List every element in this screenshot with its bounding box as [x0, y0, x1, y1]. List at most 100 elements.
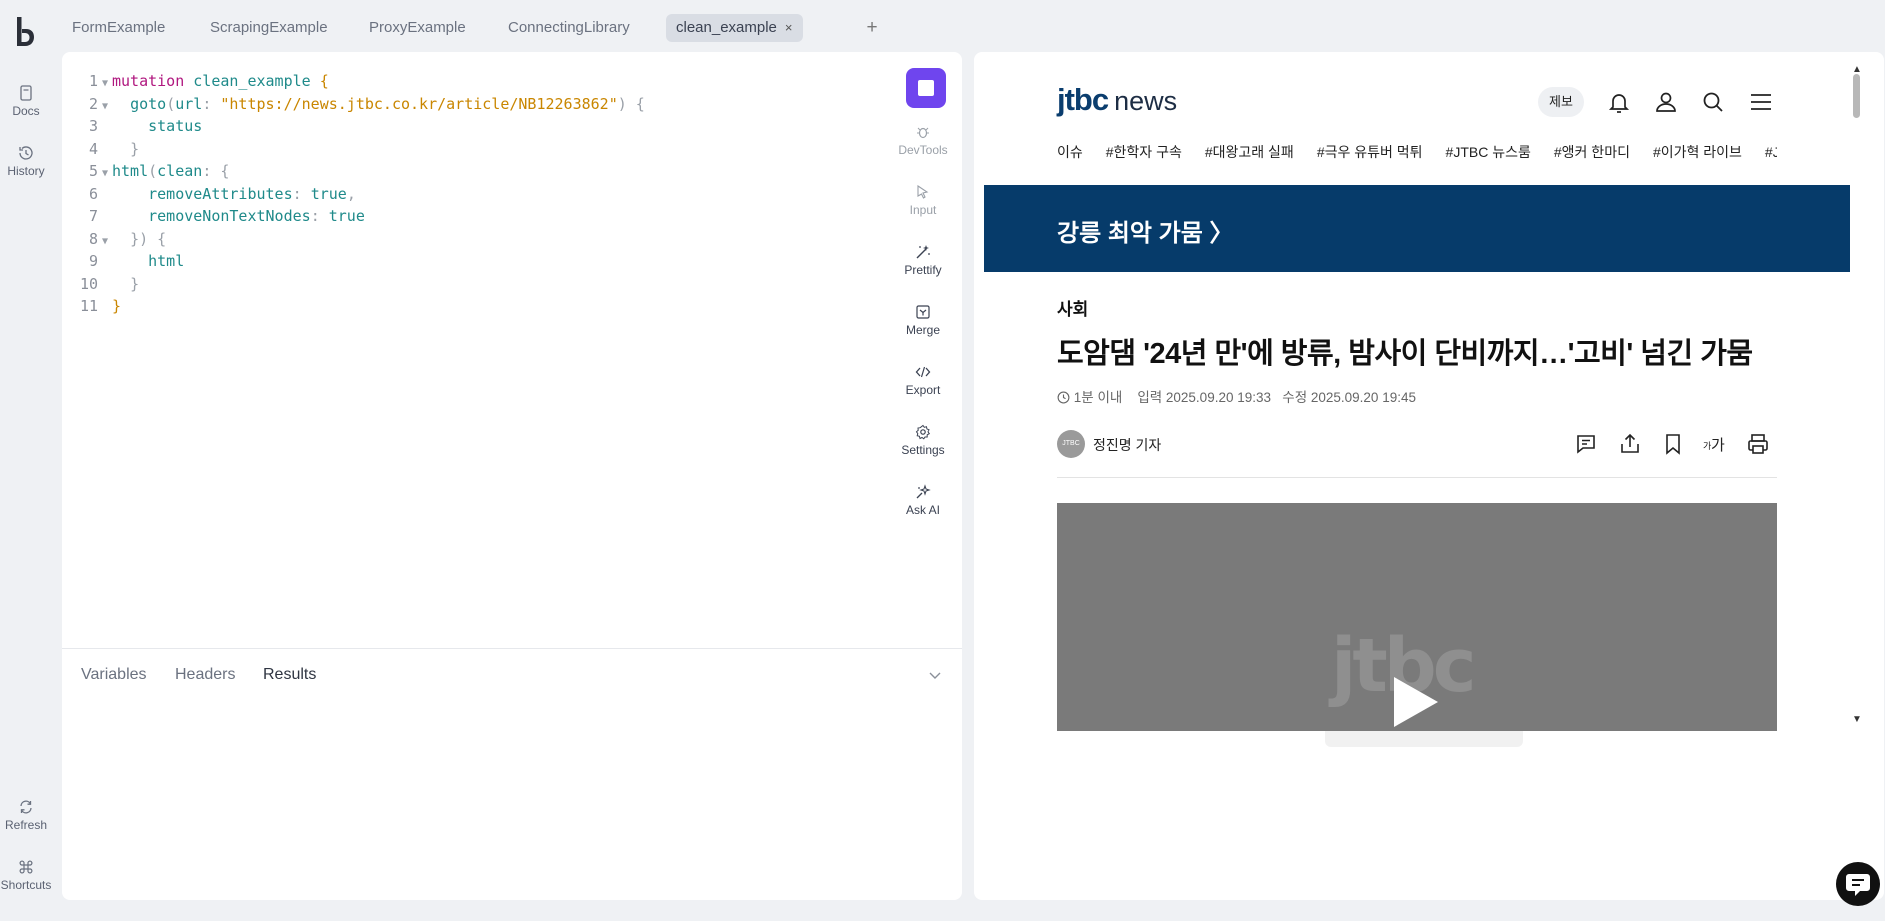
- tab-scraping-example[interactable]: ScrapingExample: [200, 14, 338, 42]
- tab-label: ProxyExample: [369, 19, 466, 36]
- scroll-down-icon[interactable]: ▼: [1852, 714, 1862, 725]
- read-time: 1분 이내: [1073, 390, 1123, 405]
- ask-ai-label: Ask AI: [905, 503, 940, 517]
- topic-link[interactable]: #대왕고래 실패: [1205, 142, 1294, 162]
- docs-label: Docs: [12, 104, 40, 118]
- code-line: 4 }: [88, 139, 140, 158]
- comment-icon[interactable]: [1574, 432, 1598, 456]
- topic-link[interactable]: #앵커 한마디: [1554, 142, 1630, 162]
- search-icon[interactable]: [1701, 90, 1725, 114]
- history-button[interactable]: History: [0, 144, 52, 178]
- code-line: 2 ▼ goto(url: "https://news.jtbc.co.kr/ar…: [88, 94, 645, 113]
- bell-icon[interactable]: [1607, 90, 1631, 114]
- gear-icon: [915, 424, 931, 440]
- export-label: Export: [905, 383, 941, 397]
- share-icon[interactable]: [1618, 432, 1642, 456]
- magic-wand-icon: [916, 245, 930, 259]
- ask-ai-button[interactable]: Ask AI: [892, 484, 954, 517]
- article-meta: 1분 이내 입력 2025.09.20 19:33 수정 2025.09.20 …: [1057, 386, 1416, 406]
- bookmark-icon[interactable]: [1661, 432, 1685, 456]
- bug-icon: [917, 127, 929, 139]
- avatar: JTBC: [1057, 430, 1085, 458]
- menu-icon[interactable]: [1749, 90, 1773, 114]
- command-key-icon: [19, 860, 33, 874]
- app-logo-icon[interactable]: [13, 14, 37, 50]
- tab-headers[interactable]: Headers: [175, 666, 235, 684]
- history-label: History: [7, 164, 45, 178]
- devtools-label: DevTools: [898, 143, 948, 157]
- left-rail: Docs History Refresh Shortcuts: [0, 0, 52, 921]
- jtbc-news-logo[interactable]: jtbc news: [1057, 82, 1177, 118]
- input-label: Input: [909, 203, 937, 217]
- news-tip-button[interactable]: 제보: [1538, 87, 1584, 117]
- input-button[interactable]: Input: [892, 184, 954, 217]
- stop-button[interactable]: [906, 68, 946, 108]
- topic-link[interactable]: #이가혁 라이브: [1653, 142, 1742, 162]
- code-line: 7 removeNonTextNodes: true: [88, 207, 365, 225]
- merge-button[interactable]: Merge: [892, 304, 954, 337]
- refresh-button[interactable]: Refresh: [0, 798, 52, 832]
- tab-proxy-example[interactable]: ProxyExample: [359, 14, 476, 42]
- banner-title[interactable]: 강릉 최악 가뭄 〉: [1057, 213, 1233, 248]
- print-icon[interactable]: [1746, 432, 1770, 456]
- code-editor[interactable]: 1 ▼ mutation clean_example { 2 ▼ goto(url: …: [76, 70, 645, 318]
- play-icon[interactable]: [1394, 677, 1438, 727]
- shortcuts-label: Shortcuts: [0, 878, 52, 892]
- reporter-name[interactable]: 정진명 기자: [1093, 435, 1161, 455]
- article-divider: [1057, 477, 1777, 478]
- shortcuts-button[interactable]: Shortcuts: [0, 858, 52, 892]
- refresh-label: Refresh: [4, 818, 48, 832]
- history-icon: [19, 146, 33, 160]
- tab-connecting-library[interactable]: ConnectingLibrary: [498, 14, 640, 42]
- prettify-button[interactable]: Prettify: [892, 244, 954, 277]
- query-editor-panel: 1 ▼ mutation clean_example { 2 ▼ goto(url: …: [62, 52, 962, 900]
- code-line: 8 ▼ }) {: [88, 229, 167, 248]
- clock-icon: [1057, 391, 1070, 404]
- video-player[interactable]: jtbc: [1057, 503, 1777, 731]
- stop-icon: [918, 80, 934, 96]
- chat-icon: [1846, 874, 1870, 896]
- posted-time: 입력 2025.09.20 19:33: [1137, 390, 1272, 405]
- topic-link[interactable]: #극우 유튜버 먹튀: [1317, 142, 1423, 162]
- tab-bar: FormExample ScrapingExample ProxyExample…: [52, 0, 1885, 52]
- font-size-icon[interactable]: 가가: [1703, 432, 1727, 456]
- video-progress-strip: [1325, 731, 1523, 747]
- merge-label: Merge: [905, 323, 940, 337]
- tab-label: clean_example: [676, 19, 777, 36]
- tab-form-example[interactable]: FormExample: [62, 14, 175, 42]
- settings-label: Settings: [901, 443, 945, 457]
- cursor-icon: [917, 184, 929, 199]
- updated-time: 수정 2025.09.20 19:45: [1282, 390, 1416, 405]
- tab-label: FormExample: [72, 19, 166, 36]
- topic-link[interactable]: 이슈: [1057, 142, 1083, 162]
- sparkle-icon: [916, 484, 931, 499]
- export-button[interactable]: Export: [892, 364, 954, 397]
- tab-label: ConnectingLibrary: [508, 19, 630, 36]
- topic-link[interactable]: #JTBC: [1765, 144, 1777, 160]
- document-icon: [20, 85, 32, 101]
- user-icon[interactable]: [1654, 90, 1678, 114]
- code-line: 9 html: [88, 252, 185, 270]
- topic-link[interactable]: #한학자 구속: [1106, 142, 1182, 162]
- chat-support-button[interactable]: [1836, 862, 1880, 906]
- code-line: 10 }: [79, 274, 140, 293]
- tab-clean-example[interactable]: clean_example ×: [666, 14, 803, 42]
- devtools-button[interactable]: DevTools: [892, 124, 954, 157]
- scrollbar-thumb[interactable]: [1853, 74, 1860, 118]
- tab-results[interactable]: Results: [263, 666, 316, 684]
- article-section[interactable]: 사회: [1057, 295, 1088, 320]
- add-tab-button[interactable]: +: [860, 14, 884, 42]
- settings-button[interactable]: Settings: [892, 424, 954, 457]
- panel-divider: [62, 648, 962, 649]
- code-line: 1 ▼ mutation clean_example {: [88, 72, 329, 90]
- prettify-label: Prettify: [904, 263, 942, 277]
- docs-button[interactable]: Docs: [0, 84, 52, 118]
- close-tab-icon[interactable]: ×: [785, 14, 793, 42]
- topic-link[interactable]: #JTBC 뉴스룸: [1446, 142, 1531, 162]
- tab-variables[interactable]: Variables: [81, 666, 147, 684]
- browser-preview-panel: [974, 52, 1884, 900]
- chevron-down-icon[interactable]: [928, 668, 942, 682]
- merge-icon: [916, 305, 930, 319]
- code-line: 3 status: [88, 117, 203, 135]
- code-icon: [915, 366, 931, 378]
